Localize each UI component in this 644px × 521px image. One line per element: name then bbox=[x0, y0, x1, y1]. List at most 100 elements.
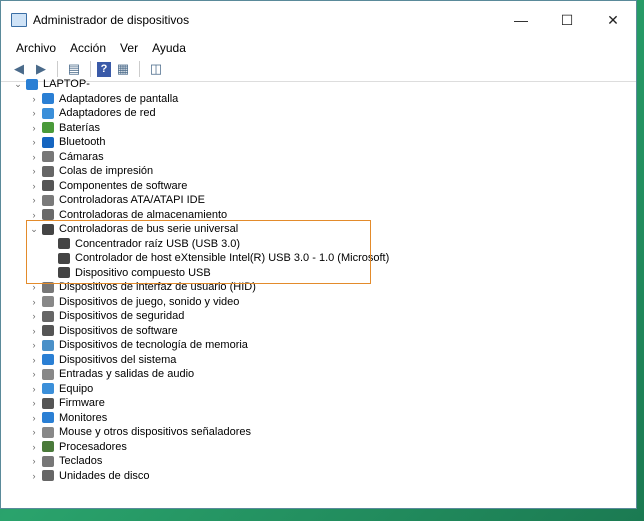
menu-archivo[interactable]: Archivo bbox=[9, 41, 63, 55]
device-icon bbox=[42, 441, 54, 453]
menu-accion[interactable]: Acción bbox=[63, 41, 113, 55]
toolbar-separator bbox=[90, 61, 91, 77]
forward-arrow-icon[interactable]: ▶ bbox=[31, 60, 51, 78]
help-icon[interactable]: ? bbox=[97, 61, 111, 77]
properties-icon[interactable]: ▤ bbox=[64, 60, 84, 78]
view-icon[interactable]: ▦ bbox=[113, 60, 133, 78]
tree-category[interactable]: › Dispositivos de software bbox=[29, 324, 178, 339]
expand-chevron-icon[interactable]: › bbox=[29, 152, 39, 162]
tree-category[interactable]: › Componentes de software bbox=[29, 179, 188, 194]
toolbar-separator bbox=[57, 61, 58, 77]
device-icon bbox=[42, 397, 54, 409]
close-button[interactable]: ✕ bbox=[590, 1, 636, 39]
tree-item-label: Cámaras bbox=[59, 150, 104, 163]
menu-ayuda[interactable]: Ayuda bbox=[145, 41, 193, 55]
tree-category[interactable]: › Dispositivos de tecnología de memoria bbox=[29, 338, 248, 353]
expand-chevron-icon[interactable]: › bbox=[29, 181, 39, 191]
minimize-button[interactable]: — bbox=[498, 1, 544, 39]
expand-chevron-icon[interactable]: › bbox=[29, 123, 39, 133]
back-arrow-icon[interactable]: ◀ bbox=[9, 60, 29, 78]
device-icon bbox=[42, 136, 54, 148]
device-manager-icon bbox=[11, 13, 27, 27]
device-icon bbox=[42, 93, 54, 105]
expand-chevron-icon[interactable]: › bbox=[29, 166, 39, 176]
device-icon bbox=[42, 455, 54, 467]
tree-category[interactable]: › Controladoras ATA/ATAPI IDE bbox=[29, 193, 205, 208]
tree-item-label: Dispositivos de software bbox=[59, 324, 178, 337]
tree-category[interactable]: › Mouse y otros dispositivos señaladores bbox=[29, 425, 251, 440]
tree-category[interactable]: › Cámaras bbox=[29, 150, 104, 165]
device-icon bbox=[42, 354, 54, 366]
tree-category[interactable]: › Unidades de disco bbox=[29, 469, 150, 484]
tree-item-label: Dispositivos de seguridad bbox=[59, 310, 185, 323]
menu-ver[interactable]: Ver bbox=[113, 41, 145, 55]
device-icon bbox=[42, 383, 54, 395]
device-icon bbox=[26, 78, 38, 90]
maximize-button[interactable]: ☐ bbox=[544, 1, 590, 39]
collapse-chevron-icon[interactable]: ⌄ bbox=[13, 79, 23, 90]
expand-chevron-icon[interactable]: › bbox=[29, 413, 39, 423]
device-icon bbox=[42, 107, 54, 119]
device-icon bbox=[42, 194, 54, 206]
menu-bar: Archivo Acción Ver Ayuda bbox=[1, 39, 636, 57]
expand-chevron-icon[interactable]: › bbox=[29, 195, 39, 205]
device-icon bbox=[42, 296, 54, 308]
tree-category[interactable]: › Firmware bbox=[29, 396, 105, 411]
expand-chevron-icon[interactable]: › bbox=[29, 210, 39, 220]
tree-root[interactable]: ⌄ LAPTOP- bbox=[13, 77, 90, 92]
tree-item-label: Equipo bbox=[59, 382, 94, 395]
expand-chevron-icon[interactable]: › bbox=[29, 442, 39, 452]
tree-category[interactable]: › Adaptadores de red bbox=[29, 106, 156, 121]
expand-chevron-icon[interactable]: › bbox=[29, 369, 39, 379]
window-title: Administrador de dispositivos bbox=[33, 13, 190, 27]
expand-chevron-icon[interactable]: › bbox=[29, 427, 39, 437]
device-manager-window: Administrador de dispositivos — ☐ ✕ Arch… bbox=[0, 0, 637, 509]
tree-item-label: Adaptadores de pantalla bbox=[59, 92, 179, 105]
monitor-icon[interactable]: ◫ bbox=[146, 60, 166, 78]
expand-chevron-icon[interactable]: › bbox=[29, 340, 39, 350]
tree-item-label: Controladoras de almacenamiento bbox=[59, 208, 228, 221]
tree-category[interactable]: › Adaptadores de pantalla bbox=[29, 92, 179, 107]
tree-category[interactable]: › Teclados bbox=[29, 454, 103, 469]
device-icon bbox=[42, 165, 54, 177]
tree-category[interactable]: › Dispositivos del sistema bbox=[29, 353, 177, 368]
tree-category[interactable]: › Dispositivos de juego, sonido y video bbox=[29, 295, 240, 310]
device-icon bbox=[42, 151, 54, 163]
tree-item-label: Teclados bbox=[59, 455, 103, 468]
tree-item-label: Mouse y otros dispositivos señaladores bbox=[59, 426, 251, 439]
tree-item-label: Entradas y salidas de audio bbox=[59, 368, 195, 381]
device-icon bbox=[42, 368, 54, 380]
tree-category[interactable]: › Dispositivos de seguridad bbox=[29, 309, 185, 324]
title-bar: Administrador de dispositivos — ☐ ✕ bbox=[1, 1, 636, 39]
device-icon bbox=[42, 470, 54, 482]
expand-chevron-icon[interactable]: › bbox=[29, 471, 39, 481]
tree-category[interactable]: › Monitores bbox=[29, 411, 108, 426]
tree-item-label: Componentes de software bbox=[59, 179, 188, 192]
expand-chevron-icon[interactable]: › bbox=[29, 94, 39, 104]
expand-chevron-icon[interactable]: › bbox=[29, 355, 39, 365]
device-icon bbox=[42, 325, 54, 337]
tree-category[interactable]: › Entradas y salidas de audio bbox=[29, 367, 195, 382]
tree-item-label: Procesadores bbox=[59, 440, 127, 453]
toolbar-separator bbox=[139, 61, 140, 77]
tree-item-label: Baterías bbox=[59, 121, 100, 134]
expand-chevron-icon[interactable]: › bbox=[29, 384, 39, 394]
expand-chevron-icon[interactable]: › bbox=[29, 297, 39, 307]
tree-item-label: Monitores bbox=[59, 411, 108, 424]
device-tree: ⌄ LAPTOP- › Adaptadores de pantalla › Adaptad… bbox=[1, 77, 636, 508]
tree-category[interactable]: › Colas de impresión bbox=[29, 164, 154, 179]
tree-item-label: Colas de impresión bbox=[59, 165, 154, 178]
tree-item-label: Firmware bbox=[59, 397, 105, 410]
tree-category[interactable]: › Baterías bbox=[29, 121, 100, 136]
expand-chevron-icon[interactable]: › bbox=[29, 108, 39, 118]
expand-chevron-icon[interactable]: › bbox=[29, 326, 39, 336]
expand-chevron-icon[interactable]: › bbox=[29, 456, 39, 466]
device-icon bbox=[42, 339, 54, 351]
tree-category[interactable]: › Procesadores bbox=[29, 440, 127, 455]
tree-category[interactable]: › Bluetooth bbox=[29, 135, 106, 150]
expand-chevron-icon[interactable]: › bbox=[29, 311, 39, 321]
expand-chevron-icon[interactable]: › bbox=[29, 398, 39, 408]
device-icon bbox=[42, 122, 54, 134]
expand-chevron-icon[interactable]: › bbox=[29, 137, 39, 147]
tree-category[interactable]: › Equipo bbox=[29, 382, 94, 397]
